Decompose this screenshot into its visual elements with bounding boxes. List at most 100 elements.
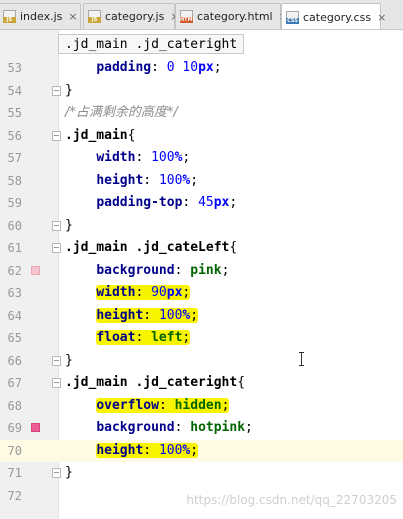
code-token: } [65, 217, 73, 233]
code-token: { [229, 240, 238, 255]
search-highlight: width: 90px; [96, 285, 191, 300]
code-token: padding-top [96, 195, 183, 210]
code-token: pink [190, 262, 222, 278]
search-highlight: height: 100%; [96, 442, 199, 458]
code-token: 100 [158, 442, 183, 458]
search-highlight: float: left; [96, 330, 191, 345]
line-number: 70 [0, 439, 22, 462]
code-token: : [135, 150, 152, 165]
code-token: : [143, 307, 159, 323]
code-line[interactable]: 67 .jd_main .jd_cateright{ [0, 372, 403, 394]
line-number: 54 [7, 83, 22, 98]
js-file-icon: JS [88, 10, 101, 23]
code-line[interactable]: 60} [0, 215, 403, 237]
code-text: .jd_main .jd_cateright{ [65, 372, 245, 394]
search-highlight: height: 100%; [96, 307, 199, 323]
fold-toggle-icon[interactable] [52, 85, 61, 96]
code-line[interactable]: 57 width: 100%; [0, 147, 403, 169]
code-line[interactable]: 63 width: 90px; [0, 282, 403, 304]
code-text: overflow: hidden; [65, 395, 230, 417]
code-line[interactable]: 59 padding-top: 45px; [0, 192, 403, 214]
code-text: height: 100%; [65, 440, 199, 462]
line-number: 55 [7, 106, 22, 120]
code-text: width: 100%; [65, 147, 190, 169]
code-text: width: 90px; [65, 282, 191, 304]
fold-toggle-icon[interactable] [52, 243, 61, 253]
line-number: 62 [7, 263, 22, 278]
code-text: .jd_main{ [65, 125, 135, 147]
code-line[interactable]: 54} [0, 80, 403, 102]
code-token: 10 [182, 60, 199, 75]
code-token: : [158, 397, 175, 413]
code-line[interactable]: 55 /*占满剩余的高度*/ [0, 102, 403, 124]
code-line[interactable]: 56 .jd_main{ [0, 125, 403, 147]
color-preview-icon [31, 265, 40, 275]
code-text: background: hotpink; [65, 417, 253, 439]
code-line[interactable]: 69 background: hotpink; [0, 417, 403, 439]
code-token: /*占满剩余的高度*/ [65, 105, 178, 120]
tab-category-js[interactable]: JScategory.js× [83, 3, 180, 29]
code-token: 90 [151, 285, 167, 300]
code-token: : [174, 420, 191, 435]
code-line[interactable]: 68 overflow: hidden; [0, 395, 403, 417]
code-token: overflow [96, 397, 159, 413]
tab-category-css[interactable]: CSS category.css × [281, 3, 386, 29]
code-token: : [135, 330, 152, 345]
js-file-icon: JS [3, 10, 16, 23]
code-token: : [143, 442, 159, 458]
code-token: ; [213, 60, 222, 75]
code-text: } [65, 462, 73, 484]
code-text: height: 100%; [65, 305, 199, 327]
tab-label: category.css [303, 10, 372, 24]
watermark: https://blog.csdn.net/qq_22703205 [186, 493, 397, 507]
code-token: background [96, 262, 175, 278]
css-file-icon: CSS [286, 10, 299, 24]
close-tab-icon[interactable]: × [68, 11, 77, 22]
code-token: } [65, 82, 73, 98]
code-token: .jd_main [65, 127, 128, 143]
code-text: padding: 0 10px; [65, 57, 222, 79]
code-token: width [96, 285, 136, 300]
code-line[interactable]: 58 height: 100%; [0, 170, 403, 192]
fold-toggle-icon[interactable] [52, 468, 61, 478]
code-line[interactable]: 71} [0, 462, 403, 484]
code-token: ; [182, 150, 191, 165]
code-line[interactable]: 53 padding: 0 10px; [0, 57, 403, 79]
fold-toggle-icon[interactable] [52, 220, 61, 231]
fold-toggle-icon[interactable] [52, 130, 61, 141]
line-number: 57 [7, 151, 22, 165]
code-token: px [213, 195, 230, 210]
code-token: : [143, 172, 159, 188]
tab-category-html[interactable]: HTMLcategory.html× [175, 3, 288, 29]
tab-label: category.html [197, 10, 273, 23]
code-line[interactable]: 61 .jd_main .jd_cateLeft{ [0, 237, 403, 259]
code-text: float: left; [65, 327, 191, 349]
fold-toggle-icon[interactable] [52, 378, 61, 388]
code-line[interactable]: 65 float: left; [0, 327, 403, 349]
code-line[interactable]: 64 height: 100%; [0, 305, 403, 327]
code-text: background: pink; [65, 260, 229, 282]
code-token: px [198, 60, 214, 75]
code-token: 100 [158, 172, 183, 188]
tab-label: index.js [20, 10, 63, 23]
code-line[interactable]: 62 background: pink; [0, 260, 403, 282]
code-line[interactable]: 70 height: 100%; [0, 439, 403, 462]
code-token: 100 [151, 150, 175, 165]
code-token: : [135, 285, 152, 300]
tab-index-js[interactable]: JS index.js × [0, 3, 81, 29]
color-preview-icon [31, 423, 40, 432]
line-number: 58 [7, 173, 22, 188]
code-token: 100 [158, 307, 183, 323]
fold-toggle-icon[interactable] [52, 355, 61, 366]
line-number: 71 [7, 466, 22, 480]
code-token: .jd_main .jd_cateright [65, 375, 238, 390]
line-number: 66 [7, 353, 22, 368]
file-type-badge: HTML [180, 17, 196, 23]
code-line[interactable]: 66} [0, 350, 403, 372]
close-tab-icon[interactable]: × [377, 12, 386, 23]
